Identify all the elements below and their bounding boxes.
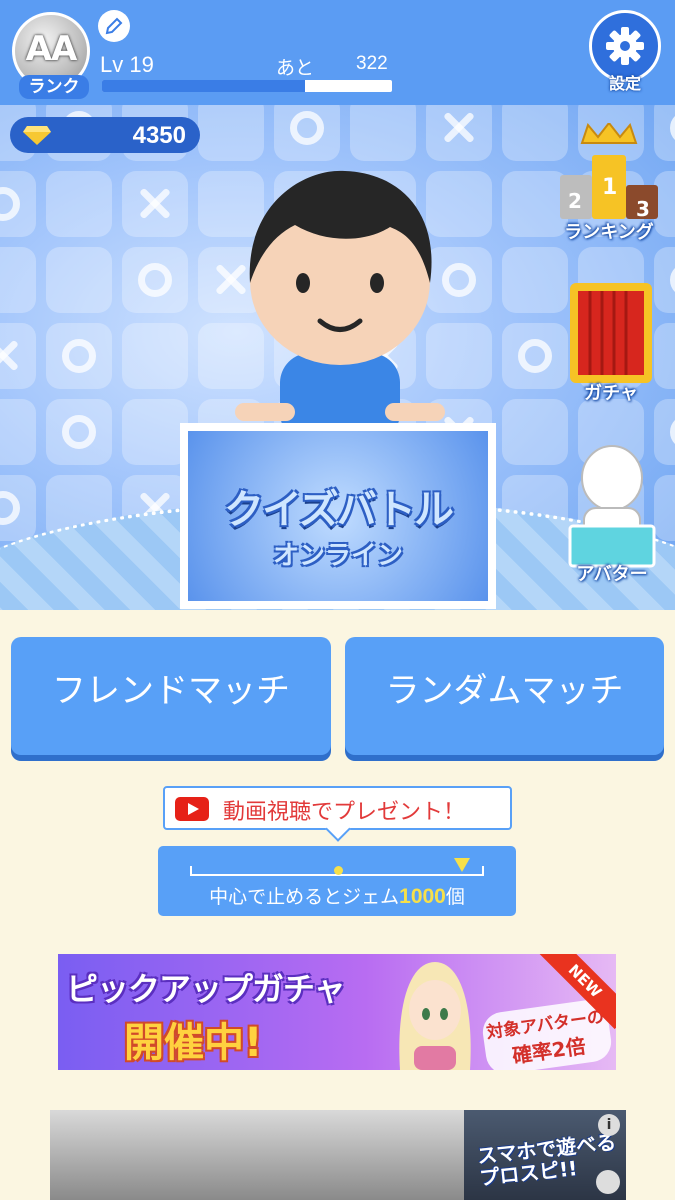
banner-main-text: 開催中! xyxy=(124,1020,263,1066)
background-tile xyxy=(350,105,416,161)
gacha-curtain-icon xyxy=(570,283,652,383)
remaining-value: 322 xyxy=(356,53,388,74)
avatar-mannequin-icon xyxy=(568,445,656,568)
ranking-label: ランキング xyxy=(564,222,654,243)
background-tile xyxy=(502,323,568,389)
game-logo-board: クイズバトル オンライン xyxy=(180,423,496,609)
pencil-icon xyxy=(105,17,123,35)
xp-progress-fill xyxy=(102,80,305,92)
rank-badge[interactable]: AA ランク xyxy=(12,12,90,99)
background-tile xyxy=(46,247,112,313)
background-tile xyxy=(122,399,188,465)
video-play-icon xyxy=(175,797,209,821)
logo-subtitle: オンライン xyxy=(272,541,403,571)
background-tile xyxy=(46,399,112,465)
gem-stop-text-before: 中心で止めるとジェム xyxy=(209,886,400,908)
background-tile xyxy=(0,247,36,313)
background-tile xyxy=(46,323,112,389)
background-tile xyxy=(0,399,36,465)
background-tile xyxy=(122,171,188,237)
pickup-gacha-banner[interactable]: ピックアップガチャ 開催中! 対象アバターの 確率2倍 NEW xyxy=(58,954,616,1070)
friend-match-button[interactable]: フレンドマッチ xyxy=(11,637,331,755)
background-tile xyxy=(198,105,264,161)
settings-button[interactable]: 設定 xyxy=(589,10,661,94)
gem-icon xyxy=(23,126,51,145)
avatar-button[interactable]: アバター xyxy=(566,440,658,588)
settings-label: 設定 xyxy=(608,74,641,93)
background-tile xyxy=(122,247,188,313)
home-stage: 4350 2 1 3 ランキング ガチャ アバター クイズバトル オンライン xyxy=(0,105,675,610)
mute-icon[interactable] xyxy=(596,1170,620,1194)
remaining-label: あと xyxy=(276,57,315,79)
level-text: Lv 19 xyxy=(100,52,154,77)
background-tile xyxy=(122,323,188,389)
gem-stop-text-after: 個 xyxy=(445,886,465,908)
game-logo: クイズバトル オンライン xyxy=(188,431,488,601)
gear-icon xyxy=(606,27,644,65)
top-header: AA ランク Lv 19 あと 322 設定 xyxy=(0,0,675,105)
background-tile xyxy=(0,323,36,389)
gacha-label: ガチャ xyxy=(584,383,638,404)
banner-avatar-girl xyxy=(399,962,471,1070)
background-tile xyxy=(502,247,568,313)
video-present-text: 動画視聴でプレゼント！ xyxy=(223,800,466,825)
podium-1: 1 xyxy=(602,175,618,200)
avatar-label: アバター xyxy=(576,564,648,585)
background-tile xyxy=(654,323,675,389)
background-tile xyxy=(654,247,675,313)
gem-stop-game-button[interactable]: 中心で止めるとジェム1000個 xyxy=(158,846,516,916)
background-tile xyxy=(46,171,112,237)
ad-image xyxy=(50,1110,464,1200)
logo-title: クイズバトル xyxy=(224,487,454,533)
ranking-button[interactable]: 2 1 3 ランキング xyxy=(554,121,664,247)
banner-title: ピックアップガチャ xyxy=(66,970,346,1008)
background-tile xyxy=(0,171,36,237)
gem-stop-number: 1000 xyxy=(399,885,446,908)
ad-info-icon[interactable]: i xyxy=(598,1114,620,1136)
gem-count: 4350 xyxy=(132,122,186,149)
podium-2: 2 xyxy=(568,189,582,213)
stop-marker-icon xyxy=(454,858,470,872)
rank-grade: AA xyxy=(25,29,78,69)
background-tile xyxy=(0,475,36,541)
advertisement-banner[interactable]: スマホで遊べる プロスピ!! i xyxy=(50,1110,626,1200)
video-present-bubble[interactable]: 動画視聴でプレゼント！ xyxy=(163,786,512,830)
gem-stop-text: 中心で止めるとジェム1000個 xyxy=(158,882,516,909)
xp-progress-bar xyxy=(102,80,392,92)
background-tile xyxy=(426,105,492,161)
stop-center-dot xyxy=(334,866,343,875)
edit-name-button[interactable] xyxy=(98,10,130,42)
background-tile xyxy=(502,399,568,465)
background-tile xyxy=(274,105,340,161)
gacha-button[interactable]: ガチャ xyxy=(566,281,656,405)
player-avatar xyxy=(235,170,445,423)
random-match-button[interactable]: ランダムマッチ xyxy=(345,637,664,755)
gem-counter: 4350 xyxy=(10,117,200,153)
rank-label: ランク xyxy=(19,75,89,99)
